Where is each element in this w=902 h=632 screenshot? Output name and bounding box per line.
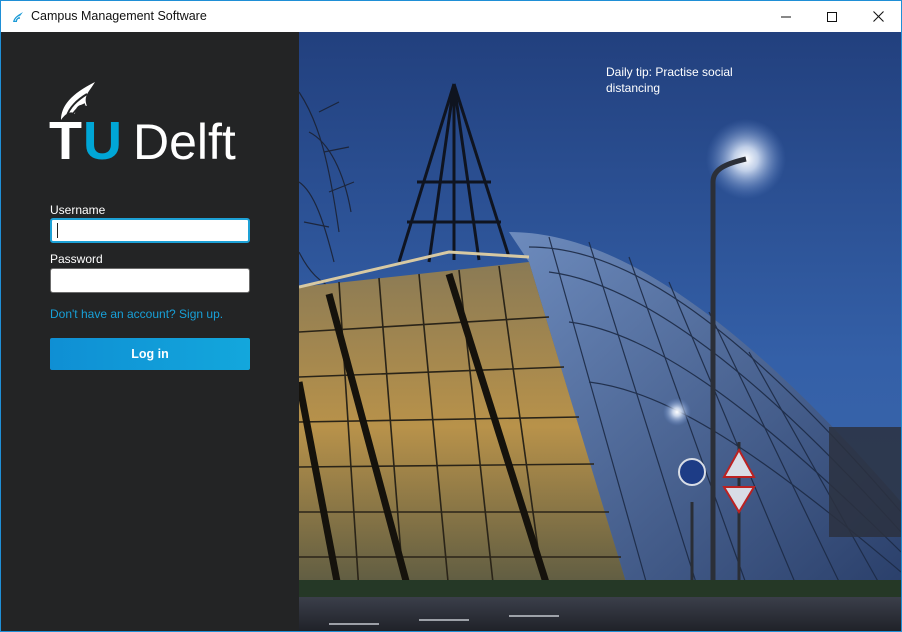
password-input[interactable] bbox=[50, 268, 250, 293]
minimize-icon bbox=[781, 16, 791, 17]
logo-word-delft: Delft bbox=[133, 114, 236, 162]
password-label: Password bbox=[50, 252, 103, 266]
username-input[interactable] bbox=[50, 218, 250, 243]
signup-link[interactable]: Don't have an account? Sign up. bbox=[50, 307, 223, 321]
app-window: Campus Management Software T U Delft Use… bbox=[0, 0, 902, 632]
campus-photo: Daily tip: Practise social distancing bbox=[299, 32, 901, 631]
logo-letter-t: T bbox=[49, 111, 82, 162]
app-flame-icon bbox=[13, 12, 23, 22]
maximize-button[interactable] bbox=[809, 1, 855, 32]
tudelft-logo: T U Delft bbox=[49, 82, 236, 162]
close-button[interactable] bbox=[855, 1, 901, 32]
maximize-icon bbox=[827, 11, 837, 22]
title-bar[interactable]: Campus Management Software bbox=[1, 1, 901, 32]
library-building-image bbox=[299, 32, 901, 631]
login-button[interactable]: Log in bbox=[50, 338, 250, 370]
login-panel: T U Delft Username Password Don't have a… bbox=[1, 32, 299, 631]
text-caret bbox=[57, 223, 58, 238]
minimize-button[interactable] bbox=[763, 1, 809, 32]
close-icon bbox=[872, 11, 884, 22]
logo-letter-u: U bbox=[83, 111, 122, 162]
daily-tip-text: Daily tip: Practise social distancing bbox=[606, 65, 733, 95]
username-label: Username bbox=[50, 203, 106, 217]
window-title: Campus Management Software bbox=[31, 9, 207, 23]
